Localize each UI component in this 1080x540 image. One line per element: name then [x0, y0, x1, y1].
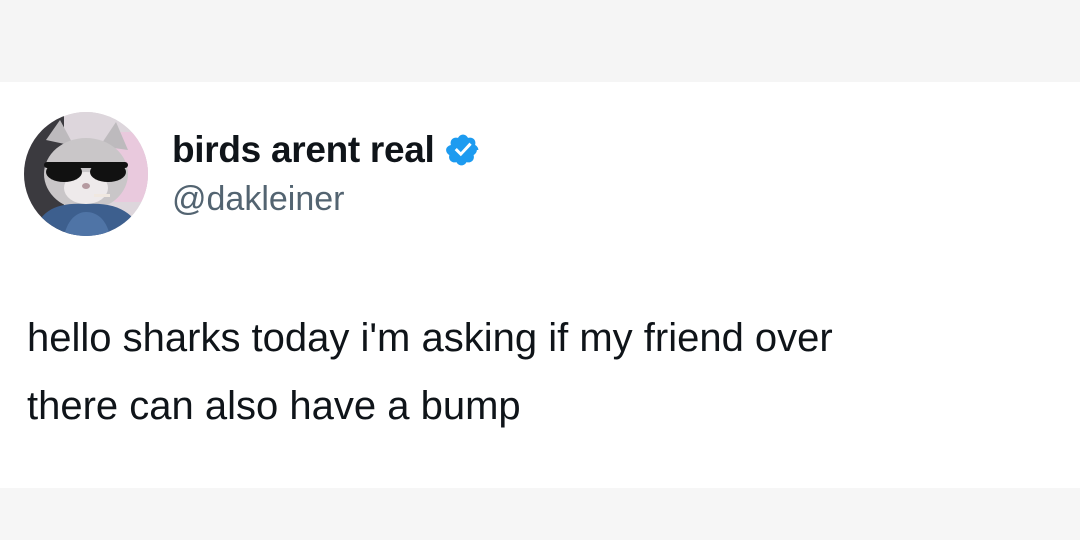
tweet-card[interactable]: birds arent real @dakleiner hello sharks…	[0, 82, 1080, 488]
top-margin	[0, 0, 1080, 82]
display-name[interactable]: birds arent real	[172, 129, 435, 171]
author-name-row: birds arent real	[172, 128, 481, 172]
user-handle[interactable]: @dakleiner	[172, 180, 345, 219]
cat-avatar-icon	[24, 112, 148, 236]
verified-badge-icon	[445, 132, 481, 168]
avatar[interactable]	[24, 112, 148, 236]
tweet-text: hello sharks today i'm asking if my frie…	[27, 304, 1027, 440]
bottom-margin	[0, 488, 1080, 540]
tweet-text-line: hello sharks today i'm asking if my frie…	[27, 316, 833, 360]
tweet-text-line: there can also have a bump	[27, 384, 521, 428]
